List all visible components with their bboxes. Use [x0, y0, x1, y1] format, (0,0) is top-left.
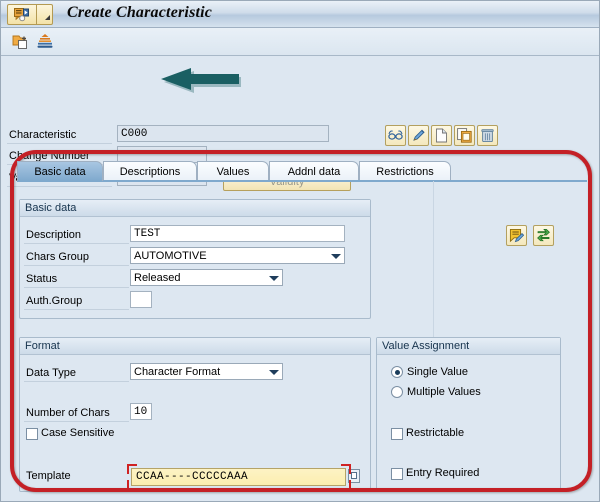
characteristic-label: Characteristic — [9, 129, 76, 141]
description-label: Description — [26, 229, 81, 241]
copy-object-icon[interactable] — [454, 125, 475, 146]
header-area: Characteristic Change Number Valid From … — [1, 57, 599, 139]
chevron-down-icon[interactable] — [331, 254, 341, 259]
data-type-value: Character Format — [134, 366, 220, 378]
sap-gui-window: Create Characteristic Characteristic Cha — [0, 0, 600, 502]
divider — [24, 421, 129, 422]
data-type-combo[interactable]: Character Format — [130, 363, 283, 380]
tab-restrictions[interactable]: Restrictions — [359, 161, 451, 181]
single-value-label: Single Value — [407, 366, 468, 378]
divider — [7, 143, 112, 144]
group-value-assignment: Value Assignment Single Value Multiple V… — [376, 337, 561, 492]
case-sensitive-label: Case Sensitive — [41, 427, 114, 439]
multiple-values-label: Multiple Values — [407, 386, 481, 398]
window-title-bar: Create Characteristic — [1, 1, 599, 28]
basic-data-side-toolbar — [506, 225, 554, 246]
divider — [7, 186, 112, 187]
characteristic-input[interactable] — [117, 125, 329, 142]
number-of-chars-input[interactable] — [130, 403, 152, 420]
data-type-label: Data Type — [26, 367, 76, 379]
divider — [24, 287, 129, 288]
single-value-radio[interactable] — [391, 366, 403, 378]
group-value-assignment-title: Value Assignment — [377, 338, 560, 355]
group-basic-data: Basic data Description Chars Group AUTOM… — [19, 199, 371, 319]
status-combo[interactable]: Released — [130, 269, 283, 286]
restrictable-checkbox[interactable] — [391, 428, 403, 440]
trash-delete-icon[interactable] — [477, 125, 498, 146]
chars-group-value: AUTOMOTIVE — [134, 250, 207, 262]
case-sensitive-checkbox[interactable] — [26, 428, 38, 440]
description-input[interactable] — [130, 225, 345, 242]
object-action-toolbar — [385, 125, 498, 146]
divider — [24, 381, 129, 382]
entry-required-checkbox[interactable] — [391, 468, 403, 480]
corner-arrow-icon[interactable] — [37, 5, 52, 24]
group-format-title: Format — [20, 338, 370, 355]
tab-addnl-data[interactable]: Addnl data — [269, 161, 359, 181]
status-label: Status — [26, 273, 57, 285]
blank-page-create-icon[interactable] — [431, 125, 452, 146]
auth-group-label: Auth.Group — [26, 295, 82, 307]
divider — [24, 265, 129, 266]
auth-group-input[interactable] — [130, 291, 152, 308]
value-help-icon[interactable] — [348, 469, 360, 483]
multiple-values-radio[interactable] — [391, 386, 403, 398]
chars-group-combo[interactable]: AUTOMOTIVE — [130, 247, 345, 264]
template-input[interactable] — [131, 468, 346, 486]
chevron-down-icon[interactable] — [269, 370, 279, 375]
pencil-change-icon[interactable] — [408, 125, 429, 146]
chars-group-label: Chars Group — [26, 251, 89, 263]
sap-menu-icon — [8, 5, 36, 24]
glasses-display-icon[interactable] — [385, 125, 406, 146]
group-basic-data-title: Basic data — [20, 200, 370, 217]
restrictable-label: Restrictable — [406, 427, 464, 439]
long-text-edit-icon[interactable] — [506, 225, 527, 246]
tabstrip: Basic data Descriptions Values Addnl dat… — [17, 161, 587, 181]
tab-basic-data[interactable]: Basic data — [17, 161, 103, 181]
page-title: Create Characteristic — [67, 4, 212, 22]
copy-new-icon[interactable] — [11, 32, 31, 52]
system-menu-button[interactable] — [7, 4, 53, 25]
template-label: Template — [26, 470, 71, 482]
divider — [24, 243, 129, 244]
divider — [24, 309, 129, 310]
tab-values[interactable]: Values — [197, 161, 269, 181]
tab-descriptions[interactable]: Descriptions — [103, 161, 197, 181]
chevron-down-icon[interactable] — [269, 276, 279, 281]
number-of-chars-label: Number of Chars — [26, 407, 110, 419]
translate-icon[interactable] — [533, 225, 554, 246]
entry-required-label: Entry Required — [406, 467, 479, 479]
status-value: Released — [134, 272, 180, 284]
stacked-save-icon[interactable] — [35, 32, 55, 52]
application-toolbar — [1, 28, 599, 56]
